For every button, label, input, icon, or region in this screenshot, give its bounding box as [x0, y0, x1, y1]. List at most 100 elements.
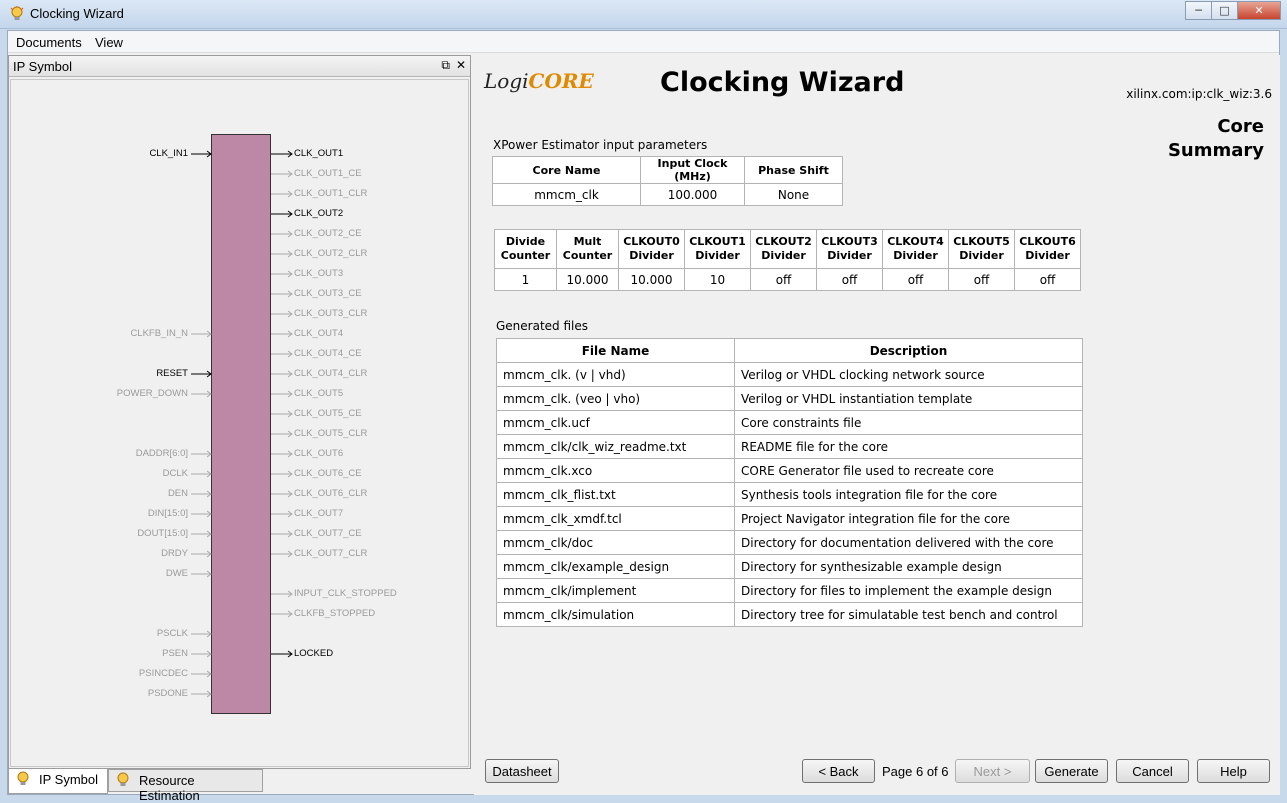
divider-header-line: Counter: [562, 249, 613, 262]
divider-header-line: CLKOUT5: [953, 235, 1010, 248]
minimize-icon: ─: [1195, 4, 1202, 17]
summary-line1: Core: [1217, 116, 1264, 137]
files-header: File Name: [496, 338, 735, 363]
xpower-label: XPower Estimator input parameters: [493, 138, 708, 152]
output-pin-label: CLK_OUT4: [294, 328, 344, 339]
file-name-cell: mmcm_clk/simulation: [496, 602, 735, 627]
file-name-cell: mmcm_clk/doc: [496, 530, 735, 555]
summary-panel: LogiCORE Clocking Wizard xilinx.com:ip:c…: [474, 55, 1280, 795]
input-pin-label: DOUT[15:0]: [137, 528, 188, 539]
input-pin-label: DRDY: [161, 548, 188, 559]
cancel-button[interactable]: Cancel: [1116, 759, 1189, 783]
input-pin-label: CLKFB_IN_N: [130, 328, 188, 339]
output-pin-label: CLK_OUT1: [294, 148, 344, 159]
divider-cell: 10: [684, 268, 751, 291]
generate-button[interactable]: Generate: [1035, 759, 1108, 783]
generated-files-table: File Name Description mmcm_clk. (v | vhd…: [496, 338, 1083, 627]
divider-header-line: Divider: [629, 249, 674, 262]
maximize-icon: □: [1219, 4, 1230, 17]
table-row: mmcm_clk/implement Directory for files to…: [496, 578, 1083, 603]
window-title: Clocking Wizard: [30, 6, 124, 21]
output-pin-label: CLK_OUT6: [294, 448, 344, 459]
panel-header: IP Symbol ⧉ ✕: [9, 56, 470, 77]
page-indicator: Page 6 of 6: [882, 764, 949, 779]
file-description-cell: Project Navigator integration file for t…: [734, 506, 1083, 531]
table-row: mmcm_clk/simulation Directory tree for si…: [496, 602, 1083, 627]
maximize-button[interactable]: □: [1211, 1, 1237, 20]
file-description-cell: README file for the core: [734, 434, 1083, 459]
table-row: mmcm_clk. (veo | vho) Verilog or VHDL ins…: [496, 386, 1083, 411]
back-button[interactable]: < Back: [802, 759, 875, 783]
file-name-cell: mmcm_clk/example_design: [496, 554, 735, 579]
divider-header-line: Counter: [500, 249, 551, 262]
file-name-cell: mmcm_clk/implement: [496, 578, 735, 603]
divider-header: CLKOUT0 Divider: [618, 229, 685, 269]
window-controls: ─ □ ✕: [1185, 1, 1281, 20]
output-pin-label: CLK_OUT5_CE: [294, 408, 362, 419]
divider-header-line: Divider: [1025, 249, 1070, 262]
generated-files-label: Generated files: [496, 319, 589, 333]
input-pin-label: DCLK: [162, 468, 188, 479]
help-button[interactable]: Help: [1197, 759, 1270, 783]
file-description-cell: Verilog or VHDL clocking network source: [734, 362, 1083, 387]
table-row: mmcm_clk/example_design Directory for syn…: [496, 554, 1083, 579]
file-description-cell: Directory for synthesizable example desi…: [734, 554, 1083, 579]
page-title: Clocking Wizard: [660, 67, 905, 98]
divider-header-line: CLKOUT3: [821, 235, 878, 248]
divider-header-line: Divider: [893, 249, 938, 262]
output-pin-label: CLK_OUT5_CLR: [294, 428, 368, 439]
table-row: mmcm_clk/clk_wiz_readme.txt README file f…: [496, 434, 1083, 459]
window-titlebar[interactable]: Clocking Wizard ─ □ ✕: [0, 0, 1287, 29]
next-button[interactable]: Next >: [955, 759, 1030, 783]
output-pin-label: CLK_OUT3_CE: [294, 288, 362, 299]
ip-version: xilinx.com:ip:clk_wiz:3.6: [1126, 87, 1272, 101]
divider-header-line: Mult: [573, 235, 602, 248]
logo-core: CORE: [528, 69, 594, 93]
divider-header: Divide Counter: [494, 229, 557, 269]
files-header: Description: [734, 338, 1083, 363]
file-name-cell: mmcm_clk.xco: [496, 458, 735, 483]
file-description-cell: Directory for files to implement the exa…: [734, 578, 1083, 603]
divider-header-line: CLKOUT1: [689, 235, 746, 248]
divider-header: CLKOUT3 Divider: [816, 229, 883, 269]
table-row: mmcm_clk. (v | vhd) Verilog or VHDL clock…: [496, 362, 1083, 387]
panel-title: IP Symbol: [13, 59, 73, 74]
divider-cell: off: [816, 268, 883, 291]
close-button[interactable]: ✕: [1237, 1, 1281, 20]
divider-header: CLKOUT4 Divider: [882, 229, 949, 269]
output-pin-label: CLK_OUT4_CLR: [294, 368, 368, 379]
output-pin-label: CLK_OUT6_CE: [294, 468, 362, 479]
output-pin-label: CLK_OUT7: [294, 508, 344, 519]
xpower-table: Core Name Input Clock (MHz) Phase Shift …: [492, 156, 843, 206]
divider-header: CLKOUT1 Divider: [684, 229, 751, 269]
wizard-nav-bar: Datasheet < Back Page 6 of 6 Next > Gene…: [474, 759, 1280, 789]
input-pin-label: RESET: [156, 368, 188, 379]
divider-header-line: CLKOUT6: [1019, 235, 1076, 248]
close-panel-icon[interactable]: ✕: [456, 58, 466, 73]
tab-ip-symbol[interactable]: IP Symbol: [8, 769, 108, 794]
divider-header-line: Divider: [959, 249, 1004, 262]
symbol-canvas: CLK_IN1 CLKFB_IN_N RESET POWER_DOWN DADDR[6:…: [10, 79, 469, 767]
file-description-cell: CORE Generator file used to recreate cor…: [734, 458, 1083, 483]
output-pin-label: INPUT_CLK_STOPPED: [294, 588, 397, 599]
divider-header: CLKOUT2 Divider: [750, 229, 817, 269]
file-name-cell: mmcm_clk. (veo | vho): [496, 386, 735, 411]
divider-header-line: CLKOUT0: [623, 235, 680, 248]
divider-header-line: Divider: [827, 249, 872, 262]
menu-documents[interactable]: Documents: [16, 35, 82, 50]
close-icon: ✕: [1254, 4, 1264, 17]
file-description-cell: Directory tree for simulatable test benc…: [734, 602, 1083, 627]
divider-cell: 1: [494, 268, 557, 291]
input-pin-label: POWER_DOWN: [116, 388, 188, 399]
datasheet-button[interactable]: Datasheet: [485, 759, 559, 783]
tab-resource-estimation[interactable]: Resource Estimation: [108, 769, 263, 803]
table-row: mmcm_clk.xco CORE Generator file used to …: [496, 458, 1083, 483]
file-name-cell: mmcm_clk. (v | vhd): [496, 362, 735, 387]
minimize-button[interactable]: ─: [1185, 1, 1211, 20]
menu-view[interactable]: View: [95, 35, 123, 50]
table-row: mmcm_clk/doc Directory for documentation …: [496, 530, 1083, 555]
file-name-cell: mmcm_clk_xmdf.tcl: [496, 506, 735, 531]
float-panel-icon[interactable]: ⧉: [441, 58, 450, 73]
logicore-logo: LogiCORE: [484, 69, 594, 93]
output-pin-label: CLK_OUT4_CE: [294, 348, 362, 359]
